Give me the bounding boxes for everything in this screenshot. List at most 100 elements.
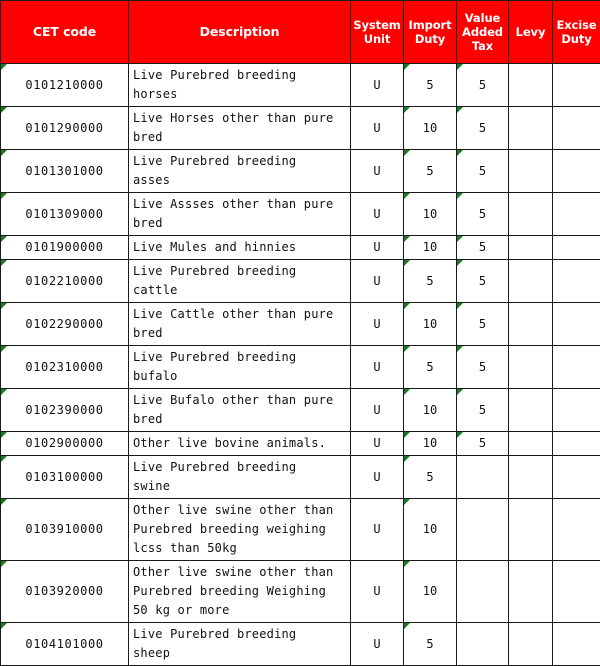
- cell-description[interactable]: Live Purebred breeding asses: [129, 150, 351, 193]
- cell-import-duty[interactable]: 10: [404, 499, 457, 561]
- cell-value-added-tax[interactable]: 5: [457, 193, 509, 236]
- cell-excise-duty[interactable]: [553, 623, 600, 666]
- cell-cet-code[interactable]: 0101309000: [1, 193, 129, 236]
- cell-import-duty[interactable]: 5: [404, 623, 457, 666]
- cell-cet-code[interactable]: 0101210000: [1, 64, 129, 107]
- cell-value-added-tax[interactable]: 5: [457, 303, 509, 346]
- cell-system-unit[interactable]: U: [351, 303, 404, 346]
- cell-excise-duty[interactable]: [553, 346, 600, 389]
- cell-system-unit[interactable]: U: [351, 150, 404, 193]
- cell-system-unit[interactable]: U: [351, 623, 404, 666]
- cell-excise-duty[interactable]: [553, 260, 600, 303]
- cell-import-duty[interactable]: 5: [404, 64, 457, 107]
- cell-description[interactable]: Live Purebred breeding cattle: [129, 260, 351, 303]
- cell-cet-code[interactable]: 0102310000: [1, 346, 129, 389]
- cell-import-duty[interactable]: 10: [404, 303, 457, 346]
- cell-system-unit[interactable]: U: [351, 107, 404, 150]
- cell-excise-duty[interactable]: [553, 561, 600, 623]
- cell-cet-code[interactable]: 0103910000: [1, 499, 129, 561]
- cell-excise-duty[interactable]: [553, 64, 600, 107]
- cell-cet-code[interactable]: 0104101000: [1, 623, 129, 666]
- cell-description[interactable]: Live Purebred breeding swine: [129, 456, 351, 499]
- cell-value-added-tax[interactable]: 5: [457, 107, 509, 150]
- column-header-excise-duty[interactable]: Excise Duty: [553, 1, 600, 64]
- cell-system-unit[interactable]: U: [351, 499, 404, 561]
- cell-levy[interactable]: [509, 346, 553, 389]
- cell-description[interactable]: Live Horses other than pure bred: [129, 107, 351, 150]
- column-header-levy[interactable]: Levy: [509, 1, 553, 64]
- column-header-import-duty[interactable]: Import Duty: [404, 1, 457, 64]
- cell-import-duty[interactable]: 10: [404, 432, 457, 456]
- cell-system-unit[interactable]: U: [351, 346, 404, 389]
- cell-import-duty[interactable]: 5: [404, 260, 457, 303]
- column-header-description[interactable]: Description: [129, 1, 351, 64]
- cell-levy[interactable]: [509, 389, 553, 432]
- cell-cet-code[interactable]: 0103100000: [1, 456, 129, 499]
- cell-system-unit[interactable]: U: [351, 260, 404, 303]
- cell-system-unit[interactable]: U: [351, 236, 404, 260]
- cell-description[interactable]: Live Purebred breeding horses: [129, 64, 351, 107]
- cell-excise-duty[interactable]: [553, 389, 600, 432]
- cell-description[interactable]: Live Purebred breeding sheep: [129, 623, 351, 666]
- column-header-system-unit[interactable]: System Unit: [351, 1, 404, 64]
- cell-levy[interactable]: [509, 499, 553, 561]
- cell-value-added-tax[interactable]: [457, 499, 509, 561]
- cell-excise-duty[interactable]: [553, 432, 600, 456]
- cell-import-duty[interactable]: 5: [404, 456, 457, 499]
- cell-excise-duty[interactable]: [553, 456, 600, 499]
- cell-import-duty[interactable]: 10: [404, 561, 457, 623]
- cell-excise-duty[interactable]: [553, 236, 600, 260]
- cell-import-duty[interactable]: 10: [404, 389, 457, 432]
- cell-value-added-tax[interactable]: 5: [457, 432, 509, 456]
- cell-cet-code[interactable]: 0101301000: [1, 150, 129, 193]
- cell-cet-code[interactable]: 0103920000: [1, 561, 129, 623]
- column-header-cet-code[interactable]: CET code: [1, 1, 129, 64]
- cell-system-unit[interactable]: U: [351, 193, 404, 236]
- cell-value-added-tax[interactable]: 5: [457, 150, 509, 193]
- cell-levy[interactable]: [509, 260, 553, 303]
- cell-levy[interactable]: [509, 64, 553, 107]
- cell-import-duty[interactable]: 5: [404, 346, 457, 389]
- cell-value-added-tax[interactable]: 5: [457, 236, 509, 260]
- cell-levy[interactable]: [509, 303, 553, 346]
- cell-system-unit[interactable]: U: [351, 432, 404, 456]
- cell-import-duty[interactable]: 10: [404, 236, 457, 260]
- cell-system-unit[interactable]: U: [351, 561, 404, 623]
- cell-description[interactable]: Other live bovine animals.: [129, 432, 351, 456]
- cell-levy[interactable]: [509, 193, 553, 236]
- column-header-value-added-tax[interactable]: Value Added Tax: [457, 1, 509, 64]
- cell-description[interactable]: Live Cattle other than pure bred: [129, 303, 351, 346]
- cell-description[interactable]: Live Mules and hinnies: [129, 236, 351, 260]
- cell-value-added-tax[interactable]: 5: [457, 389, 509, 432]
- cell-levy[interactable]: [509, 150, 553, 193]
- cell-value-added-tax[interactable]: 5: [457, 346, 509, 389]
- cell-description[interactable]: Live Purebred breeding bufalo: [129, 346, 351, 389]
- cell-import-duty[interactable]: 5: [404, 150, 457, 193]
- cell-levy[interactable]: [509, 561, 553, 623]
- cell-excise-duty[interactable]: [553, 303, 600, 346]
- cell-cet-code[interactable]: 0102390000: [1, 389, 129, 432]
- cell-levy[interactable]: [509, 623, 553, 666]
- cell-value-added-tax[interactable]: [457, 456, 509, 499]
- cell-excise-duty[interactable]: [553, 107, 600, 150]
- cell-cet-code[interactable]: 0102900000: [1, 432, 129, 456]
- cell-levy[interactable]: [509, 432, 553, 456]
- cell-description[interactable]: Other live swine other than Purebred bre…: [129, 499, 351, 561]
- cell-system-unit[interactable]: U: [351, 64, 404, 107]
- cell-cet-code[interactable]: 0102290000: [1, 303, 129, 346]
- cell-system-unit[interactable]: U: [351, 389, 404, 432]
- cell-description[interactable]: Other live swine other than Purebred bre…: [129, 561, 351, 623]
- cell-cet-code[interactable]: 0101900000: [1, 236, 129, 260]
- cell-description[interactable]: Live Bufalo other than pure bred: [129, 389, 351, 432]
- cell-cet-code[interactable]: 0102210000: [1, 260, 129, 303]
- cell-levy[interactable]: [509, 236, 553, 260]
- cell-value-added-tax[interactable]: [457, 561, 509, 623]
- cell-description[interactable]: Live Assses other than pure bred: [129, 193, 351, 236]
- cell-excise-duty[interactable]: [553, 150, 600, 193]
- cell-value-added-tax[interactable]: 5: [457, 64, 509, 107]
- cell-cet-code[interactable]: 0101290000: [1, 107, 129, 150]
- cell-value-added-tax[interactable]: [457, 623, 509, 666]
- cell-value-added-tax[interactable]: 5: [457, 260, 509, 303]
- cell-excise-duty[interactable]: [553, 499, 600, 561]
- cell-levy[interactable]: [509, 456, 553, 499]
